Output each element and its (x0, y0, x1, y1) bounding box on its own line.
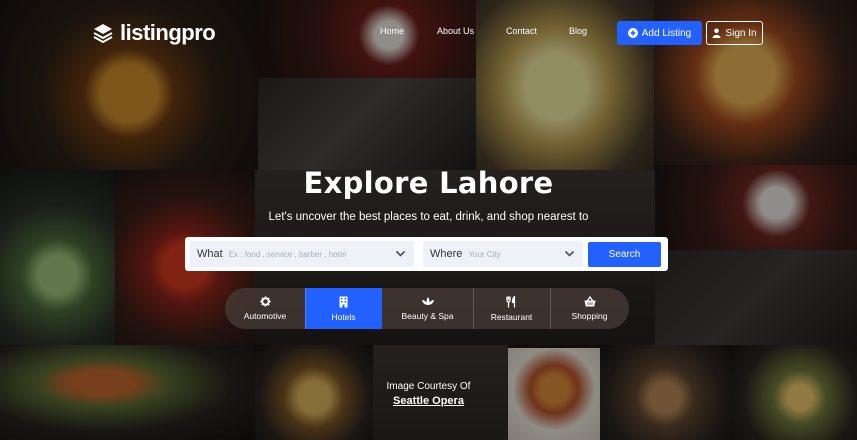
category-shopping[interactable]: Shopping (550, 288, 629, 329)
nav-blog[interactable]: Blog (569, 26, 587, 36)
chevron-down-icon[interactable] (395, 248, 406, 259)
hero-subtitle: Let's uncover the best places to eat, dr… (268, 211, 589, 223)
sign-in-label: Sign In (725, 27, 757, 39)
category-label: Restaurant (490, 311, 533, 322)
category-label: Shopping (571, 311, 608, 321)
where-field[interactable]: Where Your City (423, 241, 583, 267)
what-label: What (197, 248, 223, 260)
utensils-icon (506, 295, 516, 307)
courtesy-prefix: Image Courtesy Of (386, 381, 471, 392)
what-placeholder: Ex : food , service , barber , hotel (228, 249, 347, 259)
where-placeholder: Your City (468, 249, 501, 259)
image-courtesy: Image Courtesy Of Seattle Opera (0, 380, 857, 408)
divider (550, 288, 551, 329)
category-beauty-spa[interactable]: Beauty & Spa (382, 288, 473, 329)
category-automotive[interactable]: Automotive (225, 288, 305, 329)
category-hotels[interactable]: Hotels (305, 288, 382, 329)
logo-text: listingpro (120, 20, 216, 45)
category-restaurant[interactable]: Restaurant (473, 288, 550, 329)
category-label: Beauty & Spa (401, 311, 454, 321)
hero-title: Explore Lahore (303, 166, 554, 200)
nav-home[interactable]: Home (380, 26, 404, 36)
where-label: Where (430, 248, 463, 260)
chevron-down-icon[interactable] (564, 248, 575, 259)
category-label: Automotive (243, 311, 287, 321)
divider (473, 288, 474, 329)
what-field[interactable]: What Ex : food , service , barber , hote… (190, 241, 414, 267)
lotus-icon (421, 297, 434, 305)
brand-logo[interactable]: listingpro (92, 20, 216, 46)
courtesy-link[interactable]: Seattle Opera (0, 394, 857, 408)
search-bar: What Ex : food , service , barber , hote… (185, 237, 668, 271)
add-listing-button[interactable]: Add Listing (617, 21, 702, 45)
category-label: Hotels (331, 311, 356, 322)
add-listing-label: Add Listing (641, 27, 692, 39)
layers-logo-icon (93, 24, 113, 44)
divider (305, 288, 306, 329)
search-button[interactable]: Search (588, 242, 661, 267)
nav-about-us[interactable]: About Us (437, 26, 474, 36)
plus-circle-icon (627, 28, 638, 38)
building-icon (339, 296, 348, 307)
basket-icon (584, 296, 595, 307)
category-bar: Automotive Hotels Beauty & Spa Restauran… (225, 288, 629, 329)
user-icon (712, 28, 721, 38)
gear-icon (259, 296, 271, 307)
nav-contact[interactable]: Contact (506, 26, 537, 36)
sign-in-button[interactable]: Sign In (706, 21, 763, 45)
